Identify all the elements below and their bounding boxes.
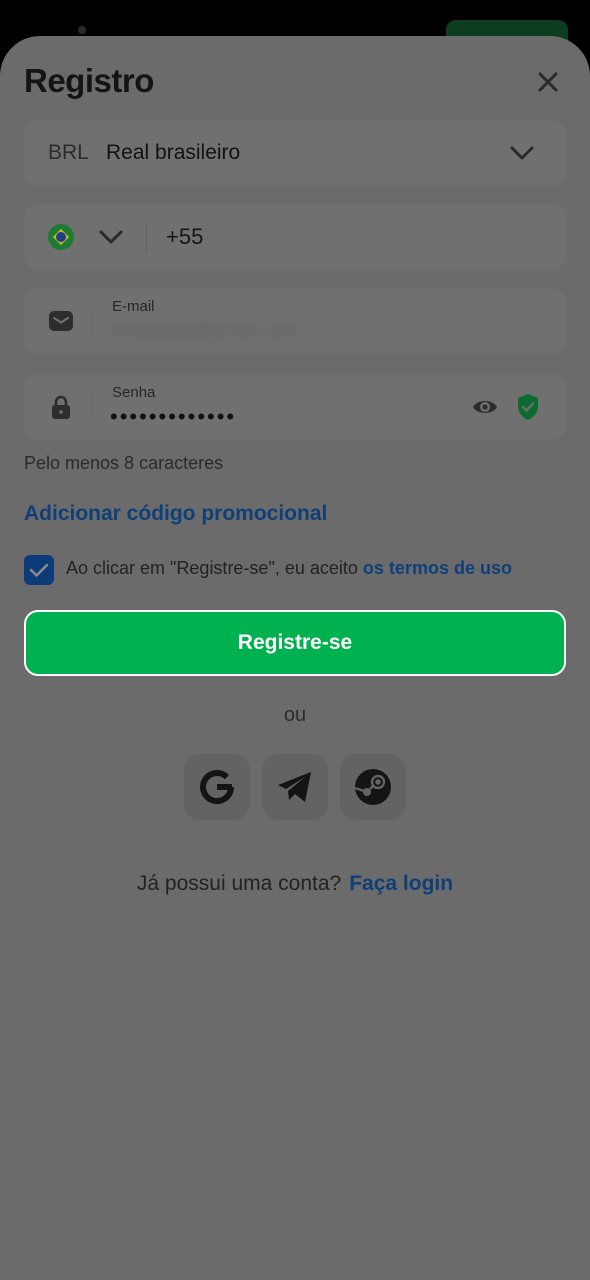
camera-dot [78,26,86,34]
lock-icon [52,395,70,419]
login-prompt: Já possui uma conta? Faça login [0,872,590,896]
currency-select[interactable]: BRL Real brasileiro [24,120,566,186]
phone-divider [146,222,147,252]
chevron-down-icon [510,146,534,160]
close-icon [538,72,558,92]
currency-name: Real brasileiro [106,141,241,164]
password-input[interactable]: ••••••••••••• [110,404,236,430]
password-label: Senha [112,384,156,401]
phone-input[interactable]: (11) 91234-5678 [208,224,369,250]
telegram-icon [278,772,311,802]
email-label: E-mail [112,298,155,315]
email-input[interactable]: exemplo@gmail.com [112,320,299,343]
login-link[interactable]: Faça login [349,872,453,895]
brazil-flag-icon [48,224,74,250]
steam-icon [354,769,391,805]
terms-label: Ao clicar em "Registre-se", eu aceito [66,558,358,578]
eye-icon[interactable] [472,395,498,419]
check-icon [29,563,49,577]
register-button[interactable]: Registre-se [24,610,566,676]
telegram-login-button[interactable] [262,754,328,820]
page-title: Registro [24,62,154,99]
or-divider-text: ou [283,704,307,726]
steam-login-button[interactable] [340,754,406,820]
field-divider [92,394,93,420]
email-field[interactable]: E-mail exemplo@gmail.com [24,288,566,354]
password-field[interactable]: Senha ••••••••••••• [24,374,566,440]
login-question: Já possui uma conta? [136,872,342,895]
terms-checkbox[interactable] [24,555,54,585]
mail-icon [49,311,73,331]
currency-code: BRL [48,141,89,164]
close-button[interactable] [530,64,566,100]
shield-check-icon [518,394,538,420]
phone-field: +55 (11) 91234-5678 [24,204,566,270]
terms-of-use-link[interactable]: os termos de uso [363,558,512,578]
registration-sheet: Registro BRL Real brasileiro +55 (11) 91… [0,36,590,1280]
google-login-button[interactable] [184,754,250,820]
password-hint: Pelo menos 8 caracteres [24,453,224,473]
google-icon [200,770,234,804]
field-divider [92,308,93,334]
status-bar [0,0,590,60]
add-promo-code-link[interactable]: Adicionar código promocional [24,502,327,526]
phone-country-code: +55 [166,224,204,249]
country-chevron-down-icon[interactable] [96,224,126,250]
terms-text: Ao clicar em "Registre-se", eu aceito os… [66,558,512,579]
